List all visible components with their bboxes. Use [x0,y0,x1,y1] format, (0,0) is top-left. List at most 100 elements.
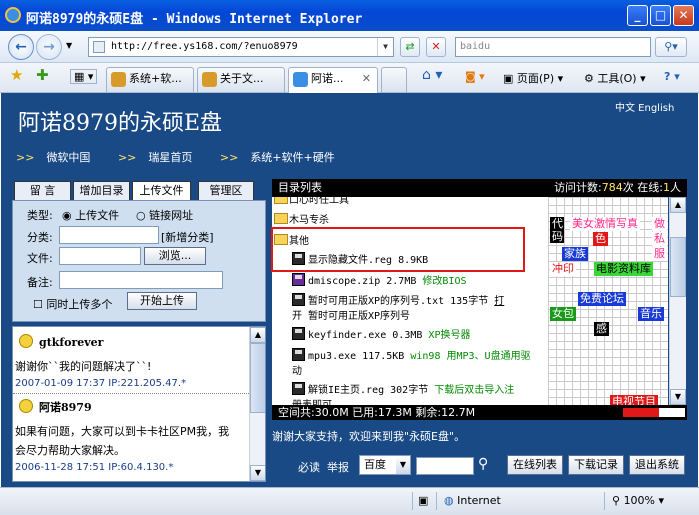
logout-button[interactable]: 退出系统 [629,455,685,475]
scroll-down-icon[interactable]: ▼ [250,465,265,481]
forward-button[interactable]: → [36,34,62,60]
multi-upload-checkbox[interactable]: ☐ 同时上传多个 [33,296,112,312]
space-used-bar [623,408,659,417]
divider [412,492,413,510]
ad-link[interactable]: 代码 [550,217,564,243]
file-input[interactable] [59,247,141,265]
nav-link-rising[interactable]: >> 瑞星首页 [118,151,204,164]
search-icon[interactable]: ⚲▾ [655,37,687,57]
ad-link[interactable]: 女包 [550,307,576,321]
scroll-down-icon[interactable]: ▼ [670,389,686,405]
ad-link[interactable]: 电视节目 [610,395,658,405]
message-scrollbar[interactable]: ▲ ▼ [249,327,265,481]
tab-upload[interactable]: 上传文件 [132,181,191,201]
maximize-button[interactable]: □ [650,5,671,26]
scroll-thumb[interactable] [670,237,686,297]
message-author: 阿诺8979 [19,399,92,415]
quick-tabs-icon[interactable]: ▦ ▾ [70,69,98,84]
ad-link[interactable]: 感 [594,322,609,336]
ad-grid: 代码 美女激情写真 做 色 私 家族 服 冲印 电影资料库 免费论坛 女包 音乐… [548,197,668,405]
minimize-button[interactable]: _ [627,5,648,26]
scroll-thumb[interactable] [250,343,265,413]
globe-icon: ◍ [444,494,454,507]
message-text: 会尽力帮助大家解决。 [15,444,125,457]
file-label: 文件: [27,252,53,265]
tab-1[interactable]: 系统+软... [106,67,194,92]
file-desc: 动 [292,366,302,377]
new-category-link[interactable]: [新增分类] [161,229,214,245]
note-input[interactable] [59,271,223,289]
online-list-button[interactable]: 在线列表 [507,455,563,475]
address-field[interactable]: http://free.ys168.com/?enuo8979 ▼ [88,37,394,57]
search-input[interactable]: baidu [455,37,651,57]
favorites-star-icon[interactable]: ★ [10,66,23,84]
start-upload-button[interactable]: 开始上传 [127,292,197,310]
tab-admin[interactable]: 管理区 [198,181,254,201]
file-item[interactable]: mpu3.exe 117.5KB win98 用MP3、U盘通用驱 [292,347,531,362]
tab-message[interactable]: 留 言 [14,181,71,201]
scroll-up-icon[interactable]: ▲ [670,197,686,213]
file-item[interactable]: 暂时可用正版XP的序列号.txt 135字节 打 [292,292,504,307]
back-button[interactable]: ← [8,34,34,60]
ad-link[interactable]: 冲印 [550,262,576,276]
browse-button[interactable]: 浏览... [144,247,206,265]
file-item[interactable]: 解锁IE主页.reg 302字节 下载后双击导入注 [292,381,514,396]
ad-link[interactable]: 音乐 [638,307,664,321]
zoom-icon: ⚲ [612,494,621,507]
report-link[interactable]: 举报 [327,459,349,475]
folder-item[interactable]: 木马专杀 [274,211,329,226]
tab-3[interactable]: 阿诺... ✕ [288,67,378,93]
category-input[interactable] [59,226,159,244]
add-favorites-icon[interactable]: ✚ [36,66,49,84]
must-read-link[interactable]: 必读 [298,459,320,475]
lock-icon: ▣ [418,494,429,507]
ad-link[interactable]: 色 [593,232,608,246]
site-search-input[interactable] [416,457,474,475]
download-log-button[interactable]: 下载记录 [568,455,624,475]
page-menu[interactable]: ▣ 页面(P) ▾ [503,70,563,86]
nav-link-system[interactable]: >> 系统+软件+硬件 [220,151,347,164]
category-label: 分类: [27,231,53,244]
file-list-scrollbar[interactable]: ▲ ▼ [669,197,686,405]
ad-link[interactable]: 电影资料库 [594,262,653,276]
type-upload-radio[interactable]: ◉ 上传文件 [62,207,119,223]
help-menu[interactable]: ? ▾ [664,70,680,83]
file-item[interactable]: dmiscope.zip 2.7MB 修改BIOS [292,272,467,287]
ad-link[interactable]: 做 [652,217,667,231]
language-links[interactable]: 中文 English [615,99,674,114]
tab-add-directory[interactable]: 增加目录 [73,181,130,201]
tab-close-icon[interactable]: ✕ [362,68,371,90]
tools-menu[interactable]: ⚙ 工具(O) ▾ [584,70,646,86]
ad-link[interactable]: 美女激情写真 [570,217,640,231]
scroll-up-icon[interactable]: ▲ [250,327,265,343]
file-item[interactable]: keyfinder.exe 0.3MB XP换号器 [292,326,470,341]
stop-icon[interactable]: ✕ [426,37,446,57]
message-time: 2006-11-28 17:51 IP:60.4.130.* [15,462,174,473]
refresh-icon[interactable]: ⇄ [400,37,420,57]
history-dropdown-icon[interactable]: ▼ [66,41,72,50]
security-zone[interactable]: ◍ Internet [444,494,501,507]
divider [604,492,605,510]
type-link-radio[interactable]: ○ 链接网址 [136,207,193,223]
highlight-box [271,227,525,272]
site-nav: >> 微软中国 >> 瑞星首页 >> 系统+软件+硬件 [16,149,359,165]
nav-link-microsoft[interactable]: >> 微软中国 [16,151,102,164]
feeds-icon[interactable]: ◙ ▾ [465,70,485,83]
close-button[interactable]: ✕ [673,5,694,26]
folder-item[interactable]: 口心时任工具 [274,197,349,206]
zoom-control[interactable]: ⚲ 100% ▾ [612,494,664,507]
search-bowl-icon[interactable]: ⚲ [478,456,488,472]
ad-link[interactable]: 服 [652,247,667,261]
ad-link[interactable]: 免费论坛 [578,292,626,306]
search-engine-select[interactable]: 百度 ▼ [359,455,411,475]
tab-2[interactable]: 关于文... [197,67,285,92]
message-author: gtkforever [19,334,103,349]
smiley-icon [19,399,33,413]
ad-link[interactable]: 家族 [562,247,588,261]
address-dropdown-icon[interactable]: ▼ [377,38,393,56]
page-menu-label: 页面(P) [516,72,555,85]
home-icon[interactable]: ⌂ ▾ [422,67,442,83]
window-title: 阿诺8979的永硕E盘 - Windows Internet Explorer [26,12,363,27]
new-tab-button[interactable] [381,67,407,92]
ad-link[interactable]: 私 [652,232,667,246]
